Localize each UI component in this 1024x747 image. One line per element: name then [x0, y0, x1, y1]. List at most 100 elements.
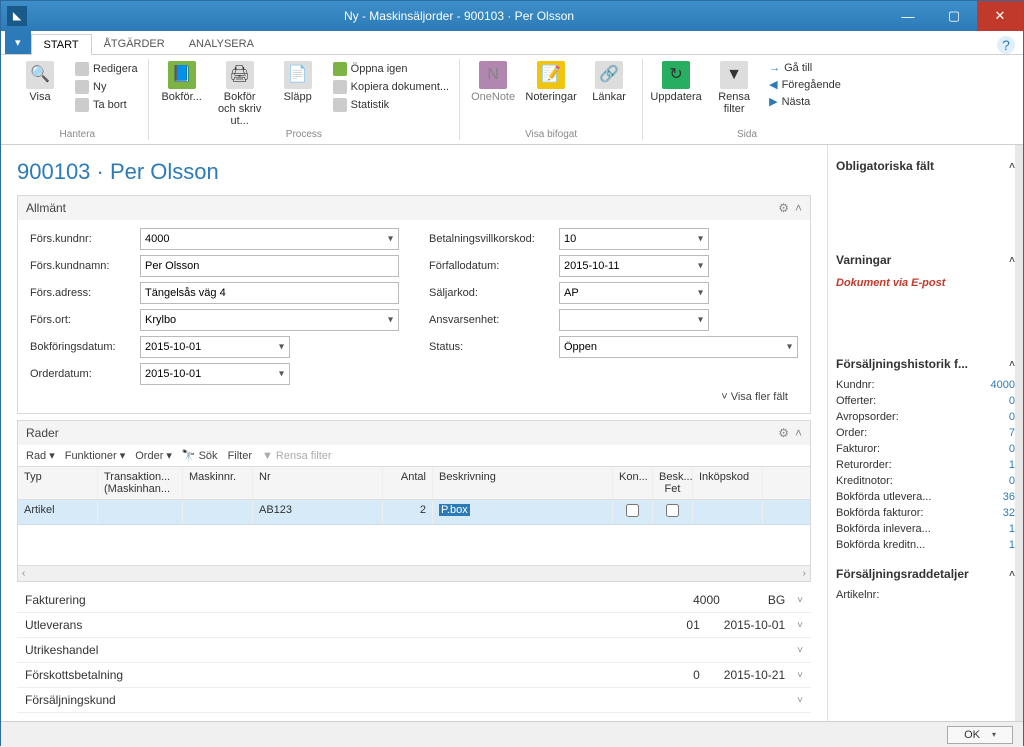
hist-row[interactable]: Offerter:0	[836, 393, 1015, 409]
col-ink[interactable]: Inköpskod	[693, 467, 763, 499]
ok-button[interactable]: OK	[947, 726, 1013, 744]
grid-hscrollbar[interactable]: ‹›	[18, 565, 810, 581]
delete-button[interactable]: Ta bort	[71, 97, 142, 113]
onenote-button[interactable]: NOneNote	[466, 59, 520, 105]
cell-nr[interactable]: AB123	[253, 500, 383, 524]
hist-row[interactable]: Bokförda inlevera...1	[836, 521, 1015, 537]
help-icon[interactable]: ?	[997, 36, 1015, 54]
tab-analyze[interactable]: ANALYSERA	[177, 34, 266, 54]
cell-besk[interactable]: P.box	[433, 500, 613, 524]
hist-row[interactable]: Order:7	[836, 425, 1015, 441]
input-adress[interactable]	[140, 282, 399, 304]
checkbox-kon[interactable]	[626, 504, 639, 517]
col-besk[interactable]: Beskrivning	[433, 467, 613, 499]
input-ansvarsenhet[interactable]	[559, 309, 709, 331]
col-trans[interactable]: Transaktion... (Maskinhan...	[98, 467, 183, 499]
next-button[interactable]: ▶Nästa	[765, 94, 845, 109]
cell-antal[interactable]: 2	[383, 500, 433, 524]
input-forfallo[interactable]	[559, 255, 709, 277]
hist-row[interactable]: Kundnr:4000	[836, 377, 1015, 393]
hist-row[interactable]: Fakturor:0	[836, 441, 1015, 457]
uppdatera-button[interactable]: ↻Uppdatera	[649, 59, 703, 105]
input-status[interactable]	[559, 336, 798, 358]
input-betvillkor[interactable]	[559, 228, 709, 250]
side-hist-header[interactable]: Försäljningshistorik f...˄	[836, 351, 1015, 377]
col-kon[interactable]: Kon...	[613, 467, 653, 499]
funktioner-menu[interactable]: Funktioner ▾	[65, 449, 126, 462]
prev-button[interactable]: ◀Föregående	[765, 77, 845, 92]
sok-button[interactable]: 🔭Sök	[182, 449, 218, 462]
show-more-fields[interactable]: ˅ Visa fler fält	[30, 385, 798, 405]
label-ort: Förs.ort:	[30, 314, 140, 326]
panel-header-rader[interactable]: Rader ⚙˄	[18, 421, 810, 445]
cell-ink[interactable]	[693, 500, 763, 524]
stats-button[interactable]: Statistik	[329, 97, 453, 113]
hist-row[interactable]: Bokförda utlevera...36	[836, 489, 1015, 505]
grid-row[interactable]: Artikel AB123 2 P.box	[18, 500, 810, 525]
gear-icon[interactable]: ⚙	[778, 201, 789, 215]
rensa-filter-btn[interactable]: ▼Rensa filter	[262, 450, 332, 462]
file-menu[interactable]: ▾	[5, 30, 31, 54]
gear-icon[interactable]: ⚙	[778, 426, 789, 440]
visa-button[interactable]: 🔍Visa	[13, 59, 67, 105]
cell-fet[interactable]	[653, 500, 693, 524]
open-again-button[interactable]: Öppna igen	[329, 61, 453, 77]
minimize-button[interactable]: —	[885, 1, 931, 31]
close-button[interactable]: ✕	[977, 1, 1023, 31]
summary-utleverans[interactable]: Utleverans012015-10-01˅	[17, 613, 811, 638]
hist-row[interactable]: Avropsorder:0	[836, 409, 1015, 425]
hist-row[interactable]: Kreditnotor:0	[836, 473, 1015, 489]
lankar-button[interactable]: 🔗Länkar	[582, 59, 636, 105]
view-icon: 🔍	[26, 61, 54, 89]
label-kundnamn: Förs.kundnamn:	[30, 260, 140, 272]
summary-forskott[interactable]: Förskottsbetalning02015-10-21˅	[17, 663, 811, 688]
side-varn-header[interactable]: Varningar˄	[836, 247, 1015, 273]
col-antal[interactable]: Antal	[383, 467, 433, 499]
chevron-up-icon: ˄	[1009, 255, 1015, 266]
summary-panels: Fakturering4000BG˅ Utleverans012015-10-0…	[17, 588, 811, 713]
summary-fakturering[interactable]: Fakturering4000BG˅	[17, 588, 811, 613]
summary-utrikeshandel[interactable]: Utrikeshandel˅	[17, 638, 811, 663]
clear-filter-icon: ▼	[720, 61, 748, 89]
side-detail-header[interactable]: Försäljningsraddetaljer˄	[836, 561, 1015, 587]
order-menu[interactable]: Order ▾	[135, 449, 172, 462]
rensa-filter-button[interactable]: ▼Rensa filter	[707, 59, 761, 117]
hist-row[interactable]: Bokförda kreditn...1	[836, 537, 1015, 553]
tab-start[interactable]: START	[31, 34, 92, 55]
input-bokfdatum[interactable]	[140, 336, 290, 358]
new-button[interactable]: Ny	[71, 79, 142, 95]
input-kundnr[interactable]	[140, 228, 399, 250]
noteringar-button[interactable]: 📝Noteringar	[524, 59, 578, 105]
col-nr[interactable]: Nr	[253, 467, 383, 499]
cell-mask[interactable]	[183, 500, 253, 524]
filter-button[interactable]: Filter	[228, 450, 252, 462]
input-ort[interactable]	[140, 309, 399, 331]
panel-header-allmant[interactable]: Allmänt ⚙˄	[18, 196, 810, 220]
rad-menu[interactable]: Rad ▾	[26, 449, 55, 462]
cell-trans[interactable]	[98, 500, 183, 524]
collapse-icon[interactable]: ˄	[795, 426, 802, 440]
bokfor-button[interactable]: 📘Bokför...	[155, 59, 209, 105]
input-saljarkod[interactable]	[559, 282, 709, 304]
input-kundnamn[interactable]	[140, 255, 399, 277]
col-mask[interactable]: Maskinnr.	[183, 467, 253, 499]
hist-row[interactable]: Returorder:1	[836, 457, 1015, 473]
summary-forskund[interactable]: Försäljningskund˅	[17, 688, 811, 713]
edit-button[interactable]: Redigera	[71, 61, 142, 77]
maximize-button[interactable]: ▢	[931, 1, 977, 31]
checkbox-fet[interactable]	[666, 504, 679, 517]
input-orderdatum[interactable]	[140, 363, 290, 385]
copy-doc-button[interactable]: Kopiera dokument...	[329, 79, 453, 95]
onenote-icon: N	[479, 61, 507, 89]
tab-actions[interactable]: ÅTGÄRDER	[92, 34, 177, 54]
collapse-icon[interactable]: ˄	[795, 201, 802, 215]
goto-button[interactable]: →Gå till	[765, 61, 845, 75]
slapp-button[interactable]: 📄Släpp	[271, 59, 325, 105]
bokfor-skriv-button[interactable]: 🖨Bokför och skriv ut...	[213, 59, 267, 129]
hist-row[interactable]: Bokförda fakturor:32	[836, 505, 1015, 521]
cell-typ[interactable]: Artikel	[18, 500, 98, 524]
col-typ[interactable]: Typ	[18, 467, 98, 499]
cell-kon[interactable]	[613, 500, 653, 524]
side-oblig-header[interactable]: Obligatoriska fält˄	[836, 153, 1015, 179]
col-fet[interactable]: Besk... Fet	[653, 467, 693, 499]
